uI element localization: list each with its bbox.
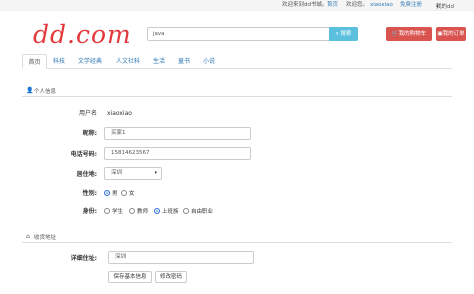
radio-checked-icon (154, 208, 160, 214)
username-label: 用户名 (78, 110, 97, 117)
orders-button[interactable]: ▣我的订单 (436, 27, 466, 41)
chevron-down-icon: ▾ (436, 4, 439, 10)
site-logo[interactable]: dd.com (33, 20, 132, 50)
radio-icon (121, 190, 127, 196)
radio-icon (129, 208, 135, 214)
identity-label: 身份: (82, 208, 97, 215)
home-icon: ⌂ (26, 233, 30, 240)
nickname-label: 昵称: (82, 130, 97, 137)
tab-home[interactable]: 首页 (22, 54, 47, 69)
identity-option-student[interactable]: 学生 (104, 208, 123, 216)
chevron-down-icon: ▾ (154, 170, 157, 176)
greeting-text: 欢迎您。 (346, 2, 369, 8)
register-link[interactable]: 免费注册 (400, 2, 422, 9)
change-password-button[interactable]: 修改密码 (155, 271, 187, 283)
home-link[interactable]: 首页 (327, 2, 338, 9)
search-button[interactable]: ⌕ 搜索 (329, 27, 358, 41)
save-info-button[interactable]: 保存基本信息 (108, 271, 152, 283)
identity-option-freelancer[interactable]: 自由职业 (183, 208, 213, 216)
gender-option-female[interactable]: 女 (121, 190, 135, 198)
nickname-field[interactable]: 买家1 (104, 127, 251, 140)
tab-children[interactable]: 童书 (175, 54, 193, 69)
radio-icon (104, 208, 110, 214)
user-icon: 👤 (26, 87, 34, 94)
cart-icon: 🛒 (391, 31, 399, 37)
radio-icon (183, 208, 189, 214)
tab-tech[interactable]: 科技 (49, 54, 69, 69)
gender-option-male[interactable]: 男 (104, 190, 118, 198)
identity-option-office-worker[interactable]: 上班族 (154, 208, 179, 216)
radio-checked-icon (104, 190, 110, 196)
tab-novel[interactable]: 小说 (200, 54, 218, 69)
search-input[interactable]: java (147, 27, 329, 41)
tab-literature[interactable]: 文学经典 (74, 54, 106, 69)
username-value: xiaoxiao (107, 110, 132, 117)
residence-label: 居住地: (76, 171, 97, 178)
welcome-text: 欢迎来到dd书城。 (282, 2, 328, 8)
top-bar: 欢迎来到dd书城。 首页 欢迎您。 xiaoxiao 免费注册 我的dd ▾ (0, 0, 474, 11)
tab-humanities[interactable]: 人文社科 (112, 54, 144, 69)
detail-address-label: 详细住址: (70, 255, 97, 262)
personal-info-header: 👤 个人信息 (22, 85, 452, 97)
phone-field[interactable]: 15814623567 (104, 147, 251, 160)
identity-option-teacher[interactable]: 教师 (129, 208, 148, 216)
section-title: 个人信息 (34, 89, 57, 95)
gender-label: 性别: (82, 190, 97, 197)
detail-address-field[interactable]: 深圳 (108, 251, 254, 264)
residence-select[interactable]: 深圳 ▾ (104, 167, 162, 180)
search-icon: ⌕ (335, 31, 339, 37)
address-header: ⌂ 收货地址 (22, 231, 452, 243)
phone-label: 电话号码: (70, 151, 97, 158)
username-link[interactable]: xiaoxiao (370, 2, 393, 9)
section-title: 收货地址 (34, 235, 57, 241)
tab-life[interactable]: 生活 (150, 54, 168, 69)
cart-button[interactable]: 🛒我的购物车 (386, 27, 432, 41)
category-nav: 首页 科技 文学经典 人文社科 生活 童书 小说 (22, 54, 452, 69)
